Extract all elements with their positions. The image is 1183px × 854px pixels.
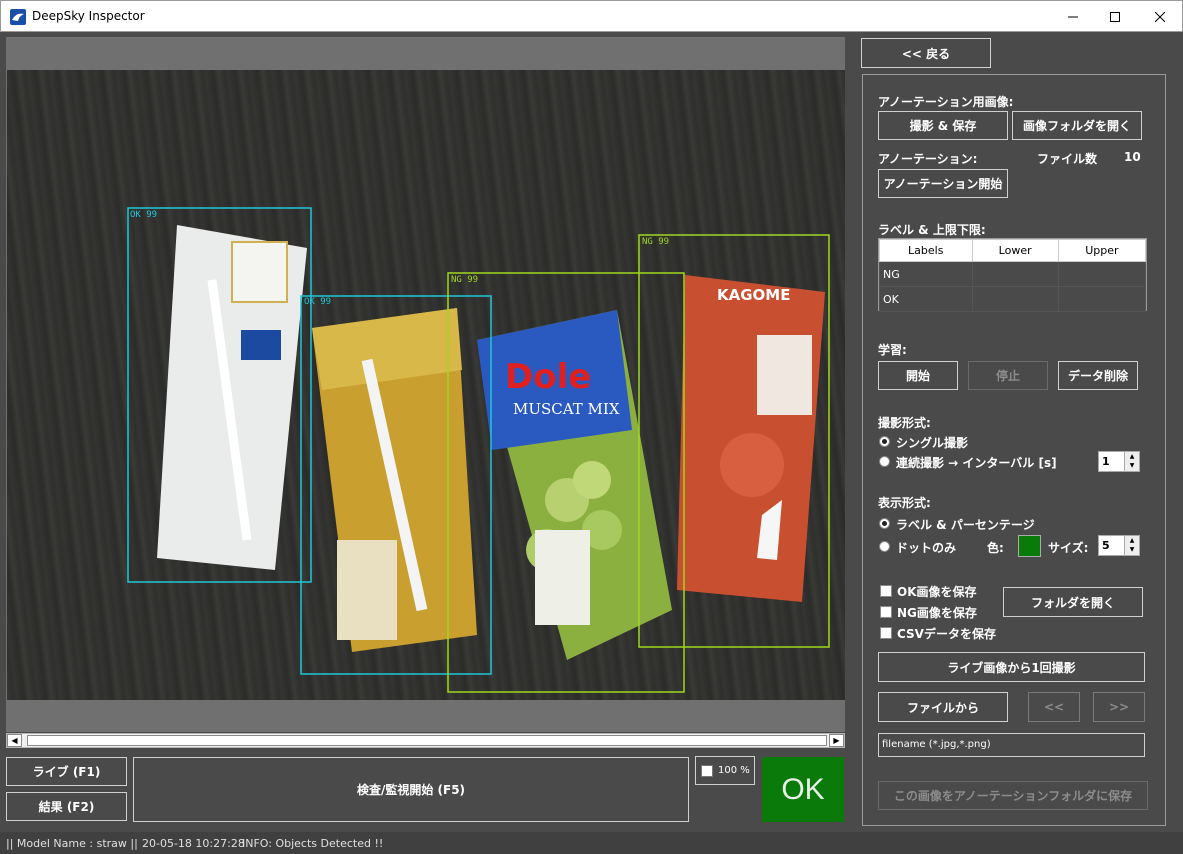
table-header: Labels	[879, 239, 973, 262]
capture-mode-heading: 撮影形式:	[878, 416, 931, 430]
spin-down-icon[interactable]: ▼	[1125, 461, 1139, 470]
window-title: DeepSky Inspector	[32, 9, 145, 23]
status-timestamp: 20-05-18 10:27:28	[142, 837, 245, 850]
close-icon	[1155, 11, 1165, 22]
model-name: || Model Name : straw ||	[6, 837, 138, 850]
next-image-button[interactable]: >>	[1093, 692, 1145, 722]
zoom-label: 100 %	[718, 765, 750, 776]
detection-label: OK 99	[130, 210, 157, 220]
status-bar: || Model Name : straw || 20-05-18 10:27:…	[0, 832, 1183, 854]
capture-once-button[interactable]: ライブ画像から1回撮影	[878, 652, 1145, 682]
title-bar: DeepSky Inspector	[0, 0, 1183, 32]
scroll-right-icon[interactable]: ▶	[829, 734, 844, 747]
size-stepper[interactable]: 5 ▲ ▼	[1098, 535, 1140, 556]
detection-label: NG 99	[451, 275, 478, 285]
delete-data-button[interactable]: データ削除	[1058, 361, 1138, 390]
svg-text:MUSCAT MIX: MUSCAT MIX	[513, 400, 620, 418]
from-file-button[interactable]: ファイルから	[878, 692, 1008, 722]
table-row[interactable]: NG	[879, 261, 1147, 287]
interval-stepper[interactable]: 1 ▲ ▼	[1098, 451, 1140, 472]
open-folder-button[interactable]: フォルダを開く	[1003, 587, 1143, 617]
product-photo: Dole MUSCAT MIX KAGOME OK 99 OK 99 NG 99…	[127, 207, 830, 693]
detection-label: NG 99	[642, 237, 669, 247]
open-image-folder-button[interactable]: 画像フォルダを開く	[1012, 111, 1142, 140]
svg-text:Dole: Dole	[505, 357, 591, 397]
table-cell[interactable]	[1057, 286, 1147, 312]
learn-start-button[interactable]: 開始	[878, 361, 958, 390]
learn-stop-button[interactable]: 停止	[968, 361, 1048, 390]
label-percent-label: ラベル & パーセンテージ	[896, 518, 1035, 532]
save-ng-checkbox[interactable]	[880, 606, 892, 618]
start-annotation-button[interactable]: アノーテーション開始	[878, 169, 1008, 198]
result-button[interactable]: 結果 (F2)	[6, 792, 127, 821]
spin-up-icon[interactable]: ▲	[1125, 536, 1139, 545]
single-capture-label: シングル撮影	[896, 436, 969, 450]
maximize-button[interactable]	[1092, 1, 1138, 32]
maximize-icon	[1110, 11, 1120, 22]
dot-only-label: ドットのみ	[896, 541, 957, 555]
color-label: 色:	[987, 541, 1004, 555]
label-limits-table[interactable]: Labels Lower Upper NG OK	[878, 238, 1147, 312]
live-button[interactable]: ライブ (F1)	[6, 757, 127, 786]
save-csv-checkbox[interactable]	[880, 627, 892, 639]
single-capture-radio[interactable]	[879, 436, 890, 447]
zoom-toggle[interactable]: 100 %	[695, 756, 755, 785]
close-button[interactable]	[1137, 1, 1183, 32]
table-cell[interactable]	[971, 261, 1059, 287]
capture-save-button[interactable]: 撮影 & 保存	[878, 111, 1008, 140]
annotation-heading: アノーテーション:	[878, 152, 978, 166]
result-indicator: OK	[762, 757, 844, 822]
save-ng-label: NG画像を保存	[897, 606, 977, 620]
save-ok-label: OK画像を保存	[897, 585, 977, 599]
spin-up-icon[interactable]: ▲	[1125, 452, 1139, 461]
filename-field[interactable]: filename (*.jpg,*.png)	[878, 733, 1145, 757]
status-info: INFO: Objects Detected !!	[242, 837, 384, 850]
annotation-images-heading: アノーテーション用画像:	[878, 95, 1014, 109]
display-mode-heading: 表示形式:	[878, 496, 931, 510]
detection-label: OK 99	[304, 297, 331, 307]
inspect-start-button[interactable]: 検査/監視開始 (F5)	[133, 757, 689, 822]
camera-image: Dole MUSCAT MIX KAGOME OK 99 OK 99 NG 99…	[7, 70, 845, 700]
label-percent-radio[interactable]	[879, 518, 890, 529]
interval-value: 1	[1102, 455, 1110, 468]
file-count-value: 10	[1124, 150, 1141, 164]
spin-down-icon[interactable]: ▼	[1125, 545, 1139, 554]
minimize-button[interactable]	[1050, 1, 1096, 32]
horizontal-scrollbar[interactable]: ◀ ▶	[6, 733, 845, 748]
save-ok-checkbox[interactable]	[880, 585, 892, 597]
table-cell[interactable]: NG	[879, 261, 973, 287]
save-to-annotation-button[interactable]: この画像をアノーテーションフォルダに保存	[878, 781, 1148, 810]
learning-heading: 学習:	[878, 343, 907, 357]
size-value: 5	[1102, 539, 1110, 552]
zoom-checkbox[interactable]	[701, 765, 713, 777]
prev-image-button[interactable]: <<	[1028, 692, 1080, 722]
table-cell[interactable]	[971, 286, 1059, 312]
app-logo-icon	[10, 9, 26, 25]
table-header: Upper	[1057, 239, 1147, 262]
color-picker[interactable]	[1018, 535, 1041, 557]
table-cell[interactable]: OK	[879, 286, 973, 312]
dot-only-radio[interactable]	[879, 541, 890, 552]
table-row[interactable]: OK	[879, 286, 1147, 312]
minimize-icon	[1068, 16, 1078, 17]
table-cell[interactable]	[1057, 261, 1147, 287]
save-csv-label: CSVデータを保存	[897, 627, 996, 641]
svg-text:KAGOME: KAGOME	[717, 286, 790, 304]
label-limits-heading: ラベル & 上限下限:	[878, 223, 986, 237]
continuous-capture-radio[interactable]	[879, 456, 890, 467]
table-header: Lower	[971, 239, 1059, 262]
scroll-thumb[interactable]	[27, 735, 827, 746]
scroll-left-icon[interactable]: ◀	[7, 734, 22, 747]
continuous-capture-label: 連続撮影 → インターバル [s]	[896, 456, 1057, 470]
size-label: サイズ:	[1048, 541, 1089, 555]
back-button[interactable]: << 戻る	[861, 38, 991, 68]
file-count-label: ファイル数	[1037, 152, 1098, 166]
